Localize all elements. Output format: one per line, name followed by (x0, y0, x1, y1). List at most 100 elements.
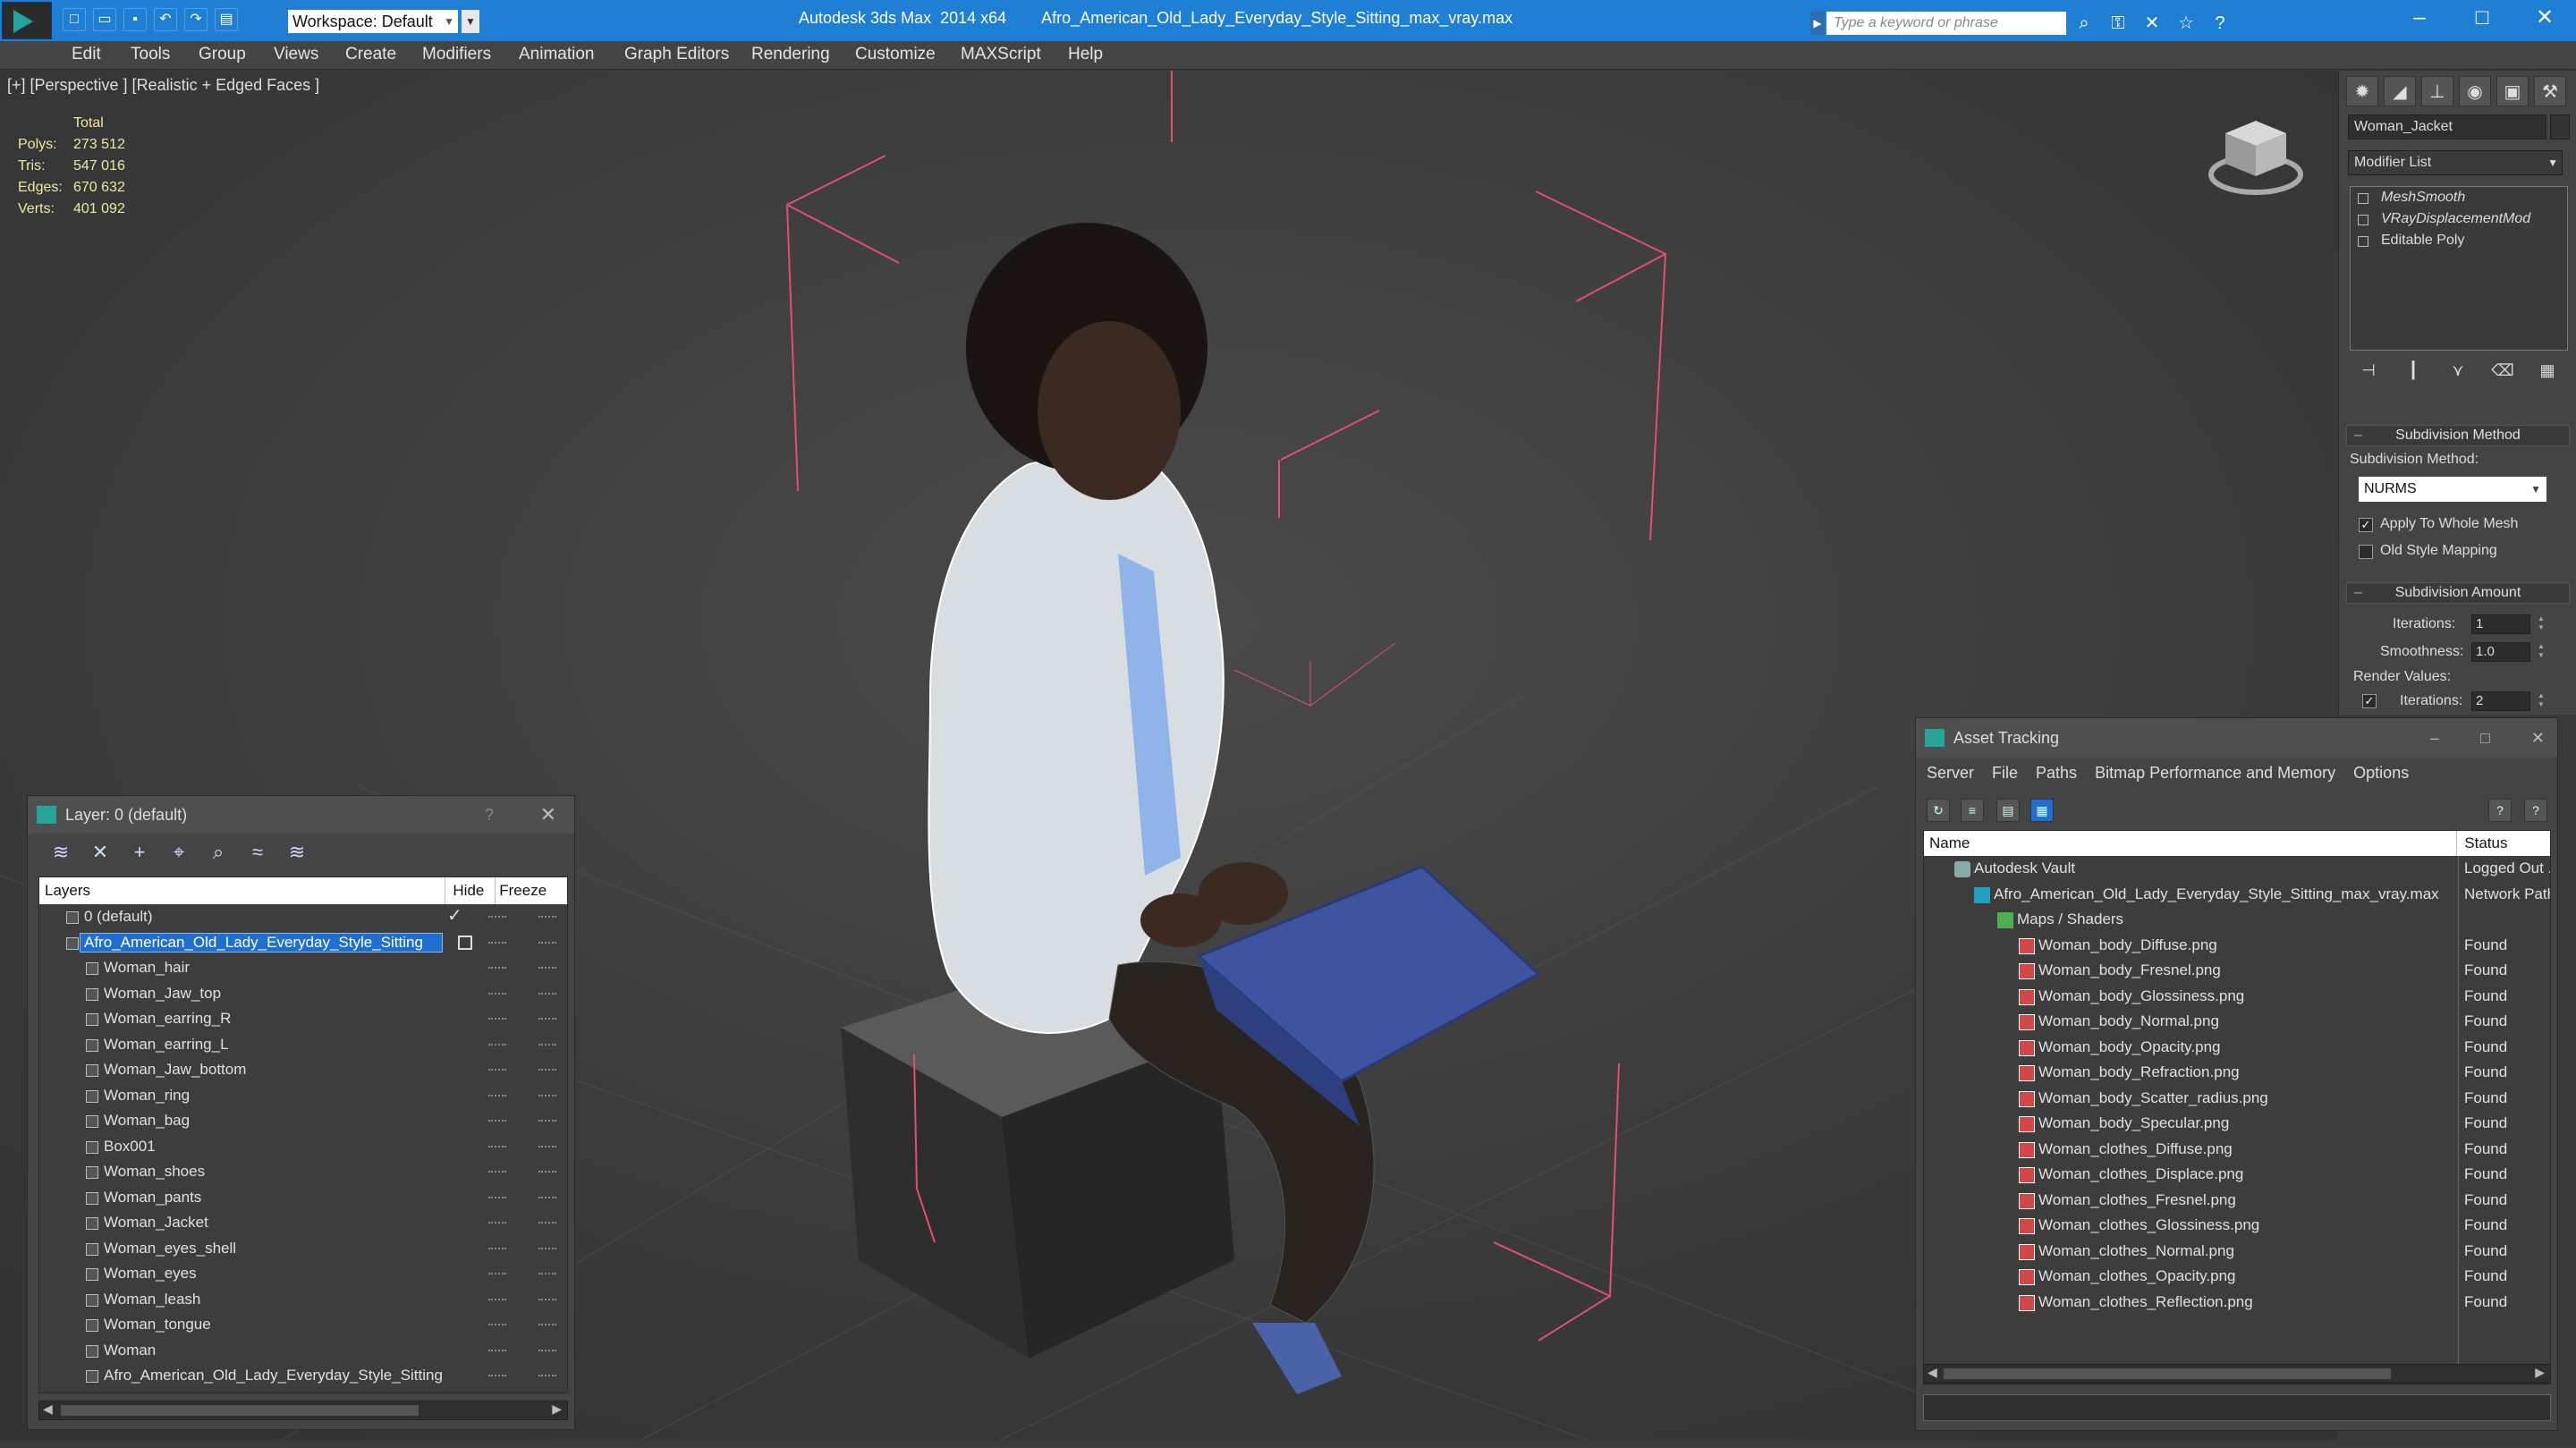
asset-row-scene[interactable]: Afro_American_Old_Lady_Everyday_Style_Si… (1924, 882, 2550, 908)
layer-row-selected[interactable]: Afro_American_Old_Lady_Everyday_Style_Si… (39, 930, 567, 956)
hide-toggle[interactable] (488, 1324, 506, 1325)
menu-tools[interactable]: Tools (131, 45, 170, 64)
hide-toggle[interactable] (488, 1375, 506, 1376)
menu-group[interactable]: Group (199, 45, 246, 64)
scroll-left-icon[interactable]: ◀ (1928, 1365, 1937, 1380)
menu-maxscript[interactable]: MAXScript (961, 45, 1041, 64)
freeze-toggle[interactable] (538, 1018, 556, 1020)
freeze-toggle[interactable] (538, 1069, 556, 1071)
menu-create[interactable]: Create (345, 45, 396, 64)
asset-row-file[interactable]: Woman_body_Specular.png Found (1924, 1111, 2550, 1137)
display-tab-icon[interactable]: ▣ (2496, 76, 2529, 106)
highlight-layer-icon[interactable]: ⌕ (205, 841, 232, 864)
select-layer-box[interactable] (458, 935, 472, 950)
hide-toggle[interactable] (488, 1171, 506, 1173)
hide-toggle[interactable] (488, 967, 506, 969)
menu-help[interactable]: Help (1068, 45, 1103, 64)
hide-toggle[interactable] (488, 1018, 506, 1020)
freeze-toggle[interactable] (538, 1222, 556, 1224)
asset-table-scrollbar[interactable]: ◀ ▶ (1923, 1364, 2551, 1384)
modifier-list-dropdown[interactable]: Modifier List ▼ (2348, 150, 2563, 175)
star-icon[interactable]: ☆ (2174, 12, 2199, 35)
menu-file[interactable]: File (1992, 758, 2018, 792)
hide-toggle[interactable] (488, 992, 506, 995)
new-file-icon[interactable]: □ (63, 8, 86, 31)
menu-views[interactable]: Views (274, 45, 318, 64)
layer-object-row[interactable]: Woman_earring_R (39, 1006, 567, 1032)
layer-object-row[interactable]: Woman_Jacket (39, 1210, 567, 1236)
freeze-toggle[interactable] (538, 1171, 556, 1173)
layer-object-row[interactable]: Woman_eyes (39, 1261, 567, 1287)
freeze-toggle[interactable] (538, 916, 556, 918)
scroll-right-icon[interactable]: ▶ (2535, 1365, 2545, 1380)
minimize-icon[interactable]: – (2388, 0, 2451, 39)
menu-paths[interactable]: Paths (2036, 758, 2077, 792)
undo-icon[interactable]: ↶ (154, 8, 177, 31)
render-iterations-checkbox[interactable]: ✓ (2362, 694, 2377, 708)
asset-row-file[interactable]: Woman_body_Glossiness.png Found (1924, 984, 2550, 1010)
freeze-toggle[interactable] (538, 1349, 556, 1351)
asset-row-file[interactable]: Woman_clothes_Diffuse.png Found (1924, 1137, 2550, 1163)
hide-toggle[interactable] (488, 1120, 506, 1122)
iterations-spinner-arrows[interactable]: ▲ ▼ (2536, 614, 2546, 634)
hide-all-icon[interactable]: ≈ (244, 841, 271, 864)
freeze-toggle[interactable] (538, 1375, 556, 1376)
layer-object-row[interactable]: Woman_earring_L (39, 1032, 567, 1058)
asset-row-file[interactable]: Woman_clothes_Normal.png Found (1924, 1239, 2550, 1265)
asset-row-file[interactable]: Woman_clothes_Fresnel.png Found (1924, 1188, 2550, 1214)
rollout-subdivision-method[interactable]: Subdivision Method (2346, 425, 2570, 446)
asset-row-file[interactable]: Woman_body_Fresnel.png Found (1924, 958, 2550, 984)
hide-toggle[interactable] (488, 916, 506, 918)
column-name[interactable]: Name (1924, 831, 2458, 856)
app-menu-button[interactable] (2, 2, 52, 39)
layer-panel-title-bar[interactable]: Layer: 0 (default) ? ✕ (28, 796, 574, 834)
hide-toggle[interactable] (488, 1247, 506, 1249)
column-hide[interactable]: Hide (445, 877, 496, 904)
freeze-toggle[interactable] (538, 992, 556, 995)
layer-list-scrollbar[interactable]: ◀ ▶ (38, 1401, 568, 1420)
asset-row-file[interactable]: Woman_clothes_Opacity.png Found (1924, 1264, 2550, 1290)
asset-row-file[interactable]: Woman_body_Scatter_radius.png Found (1924, 1086, 2550, 1112)
minimize-icon[interactable]: – (2430, 718, 2439, 758)
hide-toggle[interactable] (488, 1273, 506, 1274)
asset-row-file[interactable]: Woman_clothes_Displace.png Found (1924, 1162, 2550, 1188)
hide-toggle[interactable] (488, 1043, 506, 1046)
freeze-toggle[interactable] (538, 1298, 556, 1300)
column-status[interactable]: Status (2457, 831, 2550, 856)
layer-object-row[interactable]: Woman_hair (39, 955, 567, 981)
stack-item-vraydisplacement[interactable]: VRayDisplacementMod (2351, 208, 2567, 230)
layer-object-row[interactable]: Woman_Jaw_top (39, 981, 567, 1007)
freeze-toggle[interactable] (538, 1094, 556, 1097)
iterations-spinner[interactable]: 1 (2471, 614, 2530, 634)
open-file-icon[interactable]: ▭ (93, 8, 116, 31)
freeze-toggle[interactable] (538, 1196, 556, 1198)
object-color-swatch[interactable] (2550, 114, 2570, 140)
close-icon[interactable]: ✕ (2531, 718, 2545, 758)
menu-animation[interactable]: Animation (519, 45, 595, 64)
hide-toggle[interactable] (488, 1349, 506, 1351)
asset-row-maps[interactable]: Maps / Shaders (1924, 907, 2550, 933)
remove-modifier-icon[interactable]: ⌫ (2491, 361, 2514, 385)
select-objects-icon[interactable]: ⌖ (165, 841, 192, 864)
stack-item-meshsmooth[interactable]: MeshSmooth (2351, 187, 2567, 208)
list-view-icon[interactable]: ≡ (1961, 799, 1984, 822)
freeze-all-icon[interactable]: ≋ (284, 841, 310, 864)
add-to-layer-icon[interactable]: + (126, 841, 153, 864)
freeze-toggle[interactable] (538, 1247, 556, 1249)
vault-help-icon[interactable]: ? (2488, 799, 2512, 822)
layer-object-row[interactable]: Box001 (39, 1134, 567, 1160)
smoothness-spinner-arrows[interactable]: ▲ ▼ (2536, 642, 2546, 662)
viewport-label[interactable]: [+] [Perspective ] [Realistic + Edged Fa… (7, 76, 319, 95)
menu-customize[interactable]: Customize (855, 45, 936, 64)
create-layer-icon[interactable]: ≋ (47, 841, 74, 864)
maximize-icon[interactable]: □ (2480, 718, 2490, 758)
hide-toggle[interactable] (488, 1094, 506, 1097)
key-icon[interactable]: ⚿ (2106, 12, 2131, 35)
scroll-thumb[interactable] (61, 1405, 419, 1416)
table-view-icon[interactable]: ▦ (2030, 799, 2054, 822)
scroll-left-icon[interactable]: ◀ (43, 1401, 53, 1417)
binoculars-icon[interactable]: ⌕ (2072, 12, 2097, 35)
freeze-toggle[interactable] (538, 1043, 556, 1046)
stack-item-editable-poly[interactable]: Editable Poly (2351, 230, 2567, 251)
create-tab-icon[interactable]: ✹ (2346, 76, 2378, 106)
